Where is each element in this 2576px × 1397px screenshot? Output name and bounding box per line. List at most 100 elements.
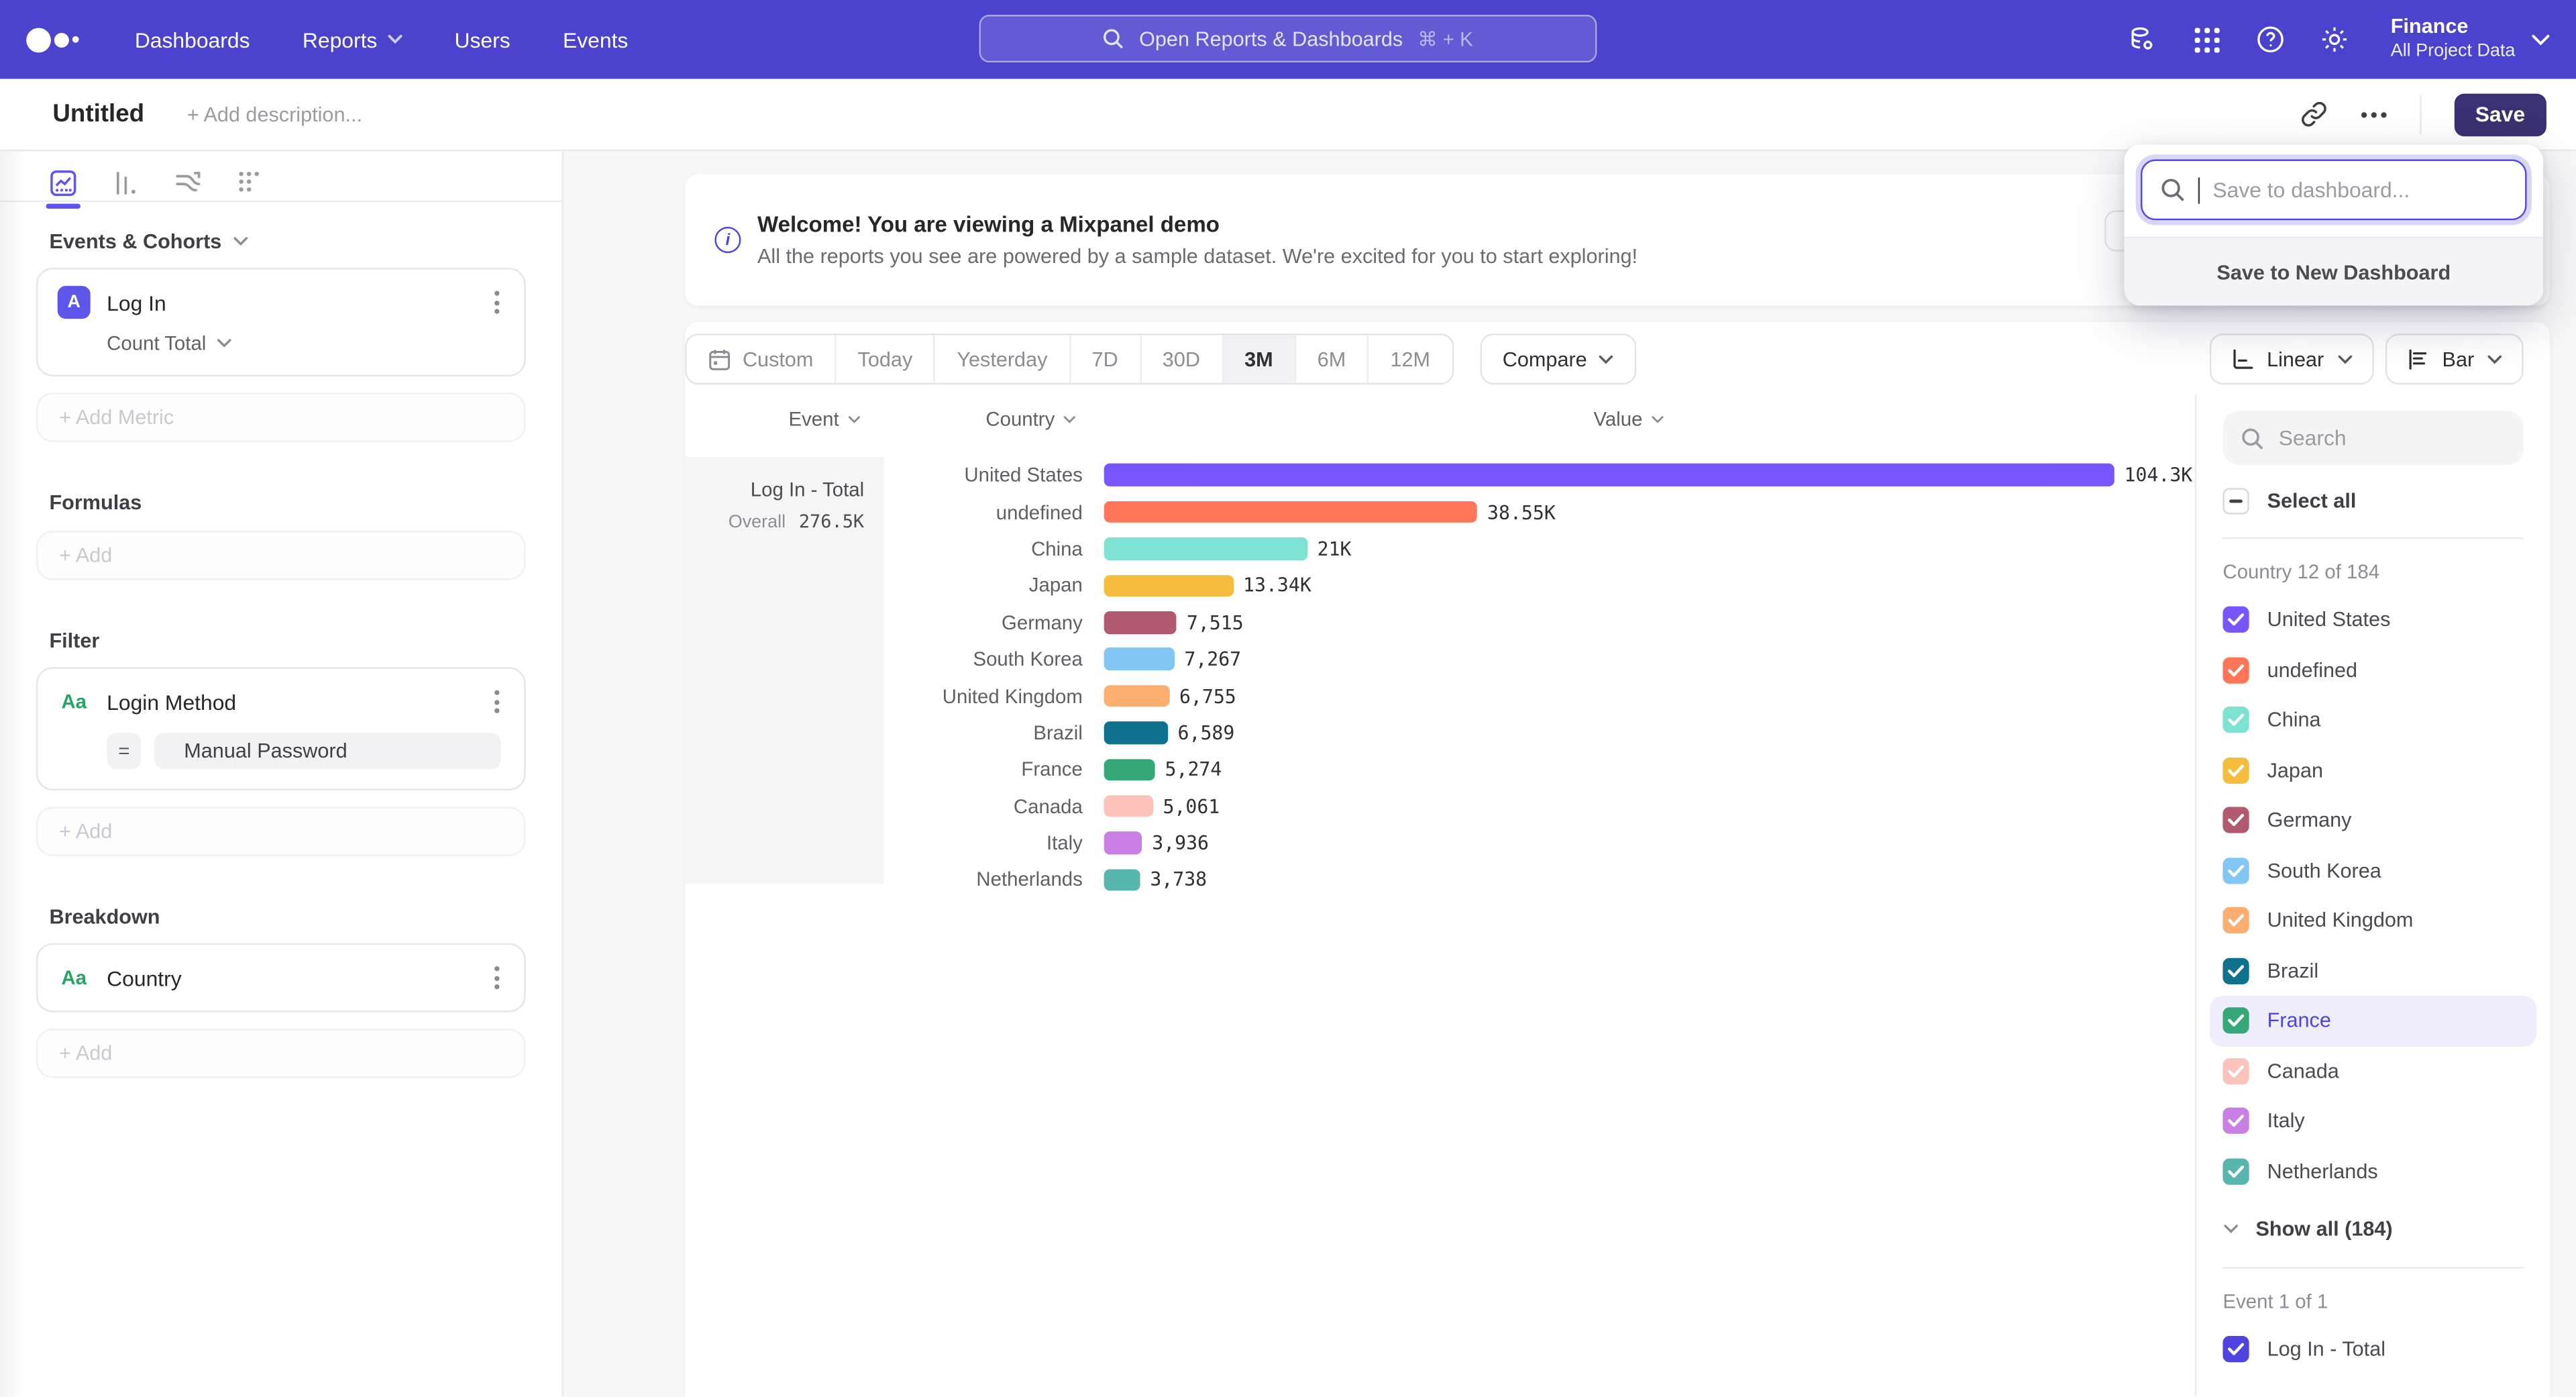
range-custom[interactable]: Custom: [687, 335, 837, 383]
value-bar[interactable]: [1104, 869, 1140, 891]
country-item[interactable]: Japan: [2222, 745, 2523, 796]
add-description-button[interactable]: + Add description...: [187, 103, 362, 125]
country-checkbox[interactable]: [2222, 958, 2249, 984]
series-search-box[interactable]: [2222, 411, 2523, 465]
save-button[interactable]: Save: [2454, 93, 2546, 136]
chevron-down-icon: [2532, 34, 2550, 45]
country-checkbox[interactable]: [2222, 1008, 2249, 1034]
country-checkbox[interactable]: [2222, 1158, 2249, 1184]
column-header-event[interactable]: Event: [789, 407, 861, 430]
tab-insights[interactable]: [49, 168, 77, 197]
tab-retention[interactable]: [237, 168, 265, 197]
project-switcher[interactable]: Finance All Project Data: [2391, 15, 2550, 64]
breakdown-card[interactable]: Aa Country: [36, 943, 526, 1013]
nav-link-users[interactable]: Users: [454, 27, 510, 52]
country-item[interactable]: France: [2210, 996, 2536, 1046]
country-item[interactable]: Brazil: [2222, 945, 2523, 996]
value-bar[interactable]: [1104, 501, 1478, 523]
nav-link-dashboards[interactable]: Dashboards: [135, 27, 250, 52]
tab-flows[interactable]: [174, 168, 203, 197]
range-6m[interactable]: 6M: [1296, 335, 1369, 383]
value-bar[interactable]: [1104, 537, 1307, 560]
metric-aggregation[interactable]: Count Total: [107, 332, 504, 355]
value-bar[interactable]: [1104, 758, 1155, 780]
help-icon[interactable]: [2256, 25, 2286, 54]
value-bar[interactable]: [1104, 722, 1168, 744]
metric-event-name[interactable]: Log In: [107, 290, 166, 315]
report-title[interactable]: Untitled: [52, 100, 144, 128]
save-to-new-dashboard-button[interactable]: Save to New Dashboard: [2125, 237, 2543, 306]
events-cohorts-section-header[interactable]: Events & Cohorts: [49, 230, 561, 253]
country-item[interactable]: United States: [2222, 595, 2523, 645]
metric-kebab-icon[interactable]: [490, 286, 504, 319]
country-label: Canada: [2267, 1059, 2339, 1082]
country-item[interactable]: Netherlands: [2222, 1146, 2523, 1196]
settings-gear-icon[interactable]: [2320, 25, 2349, 54]
column-header-value[interactable]: Value: [1594, 407, 1664, 430]
add-formula-button[interactable]: + Add: [36, 531, 526, 580]
event-item[interactable]: Log In - Total: [2222, 1325, 2523, 1375]
country-checkbox[interactable]: [2222, 907, 2249, 933]
country-checkbox[interactable]: [2222, 607, 2249, 633]
add-breakdown-button[interactable]: + Add: [36, 1029, 526, 1078]
country-item[interactable]: undefined: [2222, 645, 2523, 695]
tab-funnels[interactable]: [112, 168, 140, 197]
compare-button[interactable]: Compare: [1479, 333, 1636, 384]
range-7d[interactable]: 7D: [1071, 335, 1141, 383]
filter-property-name[interactable]: Login Method: [107, 689, 236, 714]
scale-selector[interactable]: Linear: [2209, 333, 2373, 384]
country-item[interactable]: South Korea: [2222, 845, 2523, 896]
value-bar[interactable]: [1104, 574, 1234, 597]
value-bar[interactable]: [1104, 832, 1142, 854]
range-yesterday[interactable]: Yesterday: [936, 335, 1071, 383]
range-today[interactable]: Today: [837, 335, 936, 383]
dashboard-search-input[interactable]: [2212, 177, 2507, 202]
mixpanel-logo[interactable]: [26, 27, 78, 52]
range-12m[interactable]: 12M: [1369, 335, 1452, 383]
copy-link-icon[interactable]: [2300, 100, 2328, 128]
apps-grid-icon[interactable]: [2192, 25, 2221, 54]
range-30d[interactable]: 30D: [1141, 335, 1223, 383]
dashboard-search-box[interactable]: [2141, 160, 2527, 221]
filter-operator[interactable]: =: [107, 733, 141, 769]
filter-kebab-icon[interactable]: [490, 685, 504, 718]
range-3m[interactable]: 3M: [1223, 335, 1296, 383]
country-checkbox[interactable]: [2222, 1058, 2249, 1084]
scale-label: Linear: [2267, 348, 2324, 370]
show-all-button[interactable]: Show all (184): [2222, 1204, 2523, 1253]
country-item[interactable]: Germany: [2222, 795, 2523, 845]
data-management-icon[interactable]: [2128, 25, 2157, 54]
value-bar[interactable]: [1104, 464, 2114, 486]
country-checkbox[interactable]: [2222, 757, 2249, 783]
country-item[interactable]: Canada: [2222, 1046, 2523, 1096]
add-filter-button[interactable]: + Add: [36, 807, 526, 856]
select-all-row[interactable]: Select all: [2222, 486, 2523, 516]
country-item[interactable]: China: [2222, 695, 2523, 745]
country-checkbox[interactable]: [2222, 707, 2249, 733]
global-search-button[interactable]: Open Reports & Dashboards ⌘ + K: [979, 15, 1597, 62]
value-bar[interactable]: [1104, 685, 1170, 707]
country-checkbox[interactable]: [2222, 858, 2249, 884]
filter-card[interactable]: Aa Login Method = Manual Password: [36, 667, 526, 790]
add-metric-button[interactable]: + Add Metric: [36, 393, 526, 442]
breakdown-property-name[interactable]: Country: [107, 966, 182, 990]
more-options-icon[interactable]: [2360, 111, 2386, 117]
chart-type-selector[interactable]: Bar: [2385, 333, 2524, 384]
breakdown-kebab-icon[interactable]: [490, 962, 504, 994]
country-item[interactable]: Italy: [2222, 1096, 2523, 1146]
select-all-checkbox[interactable]: [2222, 488, 2249, 514]
value-bar[interactable]: [1104, 648, 1175, 670]
nav-link-reports[interactable]: Reports: [303, 27, 402, 52]
value-bar[interactable]: [1104, 795, 1153, 817]
event-checkbox[interactable]: [2222, 1337, 2249, 1363]
country-checkbox[interactable]: [2222, 657, 2249, 683]
filter-value[interactable]: Manual Password: [154, 733, 501, 769]
country-checkbox[interactable]: [2222, 807, 2249, 833]
metric-card[interactable]: A Log In Count Total: [36, 268, 526, 376]
country-checkbox[interactable]: [2222, 1108, 2249, 1134]
nav-link-events[interactable]: Events: [563, 27, 628, 52]
series-search-input[interactable]: [2279, 425, 2506, 450]
column-header-country[interactable]: Country: [985, 407, 1076, 430]
value-bar[interactable]: [1104, 611, 1177, 633]
country-item[interactable]: United Kingdom: [2222, 896, 2523, 946]
